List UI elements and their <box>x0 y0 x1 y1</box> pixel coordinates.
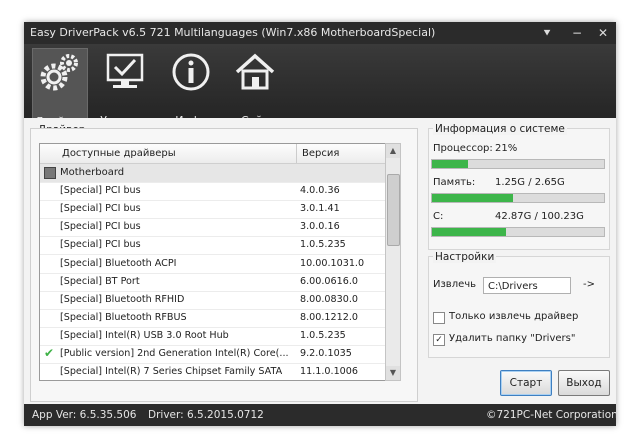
drivers-panel: Доступные драйверы Версия Motherboard [Sp… <box>30 128 418 402</box>
driver-name: [Special] Bluetooth ACPI <box>60 257 177 269</box>
cpu-label: Процессор: <box>433 143 493 154</box>
minimize-button[interactable]: − <box>568 24 586 42</box>
app-version: App Ver: 6.5.35.506 <box>32 409 137 421</box>
system-info-title: Информация о системе <box>433 123 567 135</box>
scroll-thumb[interactable] <box>387 174 400 246</box>
driver-version-cell: 10.00.1031.0 <box>300 257 365 269</box>
group-collapse-icon[interactable] <box>44 167 56 179</box>
disk-bar <box>431 227 605 237</box>
driver-row[interactable]: ✔ [Public version] 2nd Generation Intel(R… <box>40 345 392 364</box>
driver-version-cell: 9.2.0.1035 <box>300 348 352 359</box>
close-button[interactable]: ✕ <box>594 24 612 42</box>
memory-bar-fill <box>432 194 513 202</box>
driver-row[interactable]: [Special] PCI bus 3.0.1.41 <box>40 200 392 220</box>
monitor-check-icon <box>106 53 144 88</box>
column-separator <box>296 144 297 163</box>
gears-icon <box>40 54 78 91</box>
driver-version-cell: 8.00.0830.0 <box>300 293 358 305</box>
driver-version-cell: 6.00.0616.0 <box>300 275 358 287</box>
driver-row[interactable]: [Special] BT Port 6.00.0616.0 <box>40 273 392 292</box>
driver-name: [Special] PCI bus <box>60 239 141 251</box>
app-window: Easy DriverPack v6.5 721 Multilanguages … <box>24 22 616 426</box>
driver-row[interactable]: [Special] PCI bus 1.0.5.235 <box>40 236 392 256</box>
driver-version-cell: 11.1.0.1006 <box>300 366 358 378</box>
driver-name: Motherboard <box>60 167 125 178</box>
driver-version: Driver: 6.5.2015.0712 <box>148 409 264 421</box>
cpu-bar <box>431 159 605 169</box>
home-icon <box>235 53 275 90</box>
driver-version-cell: 4.0.0.36 <box>300 185 340 197</box>
driver-version-cell: 8.00.1212.0 <box>300 311 358 323</box>
title-bar: Easy DriverPack v6.5 721 Multilanguages … <box>24 22 616 44</box>
memory-bar <box>431 193 605 203</box>
driver-version-cell: 3.0.0.16 <box>300 221 340 233</box>
driver-name: [Special] Intel(R) 7 Series Chipset Fami… <box>60 366 283 378</box>
driver-row[interactable]: [Special] PCI bus 4.0.0.36 <box>40 182 392 202</box>
disk-label: C: <box>433 211 444 222</box>
driver-name: [Special] Intel(R) USB 3.0 Root Hub <box>60 329 229 341</box>
driver-name: [Special] BT Port <box>60 275 140 287</box>
info-icon <box>172 53 210 91</box>
only-extract-checkbox[interactable] <box>433 312 445 324</box>
drivers-scrollbar[interactable]: ▲ ▼ <box>385 143 401 381</box>
settings-title: Настройки <box>433 251 497 263</box>
checkmark-icon[interactable]: ✔ <box>44 346 54 360</box>
menu-dropdown-icon[interactable]: ⯆ <box>538 24 556 42</box>
driver-version-cell: 1.0.5.235 <box>300 329 346 341</box>
driver-version-cell: 3.0.1.41 <box>300 203 340 215</box>
column-version-header[interactable]: Версия <box>302 148 339 159</box>
system-info-panel: Информация о системе Процессор: 21% Памя… <box>428 123 610 250</box>
driver-row[interactable]: [Special] Intel(R) USB 3.0 Root Hub 1.0.5… <box>40 327 392 346</box>
driver-row[interactable]: [Special] Bluetooth ACPI 10.00.1031.0 <box>40 255 392 274</box>
extract-label: Извлечь <box>433 279 477 290</box>
start-button[interactable]: Старт <box>500 370 552 396</box>
copyright: ©721PC-Net Corporation <box>486 409 616 421</box>
driver-name: [Special] PCI bus <box>60 221 141 233</box>
extract-path-input[interactable]: C:\Drivers <box>483 277 571 294</box>
disk-value: 42.87G / 100.23G <box>495 211 584 222</box>
driver-row[interactable]: [Special] PCI bus 3.0.0.16 <box>40 218 392 238</box>
window-title: Easy DriverPack v6.5 721 Multilanguages … <box>30 26 436 39</box>
driver-row[interactable]: [Special] Bluetooth RFBUS 8.00.1212.0 <box>40 309 392 328</box>
scroll-up-arrow-icon[interactable]: ▲ <box>386 144 400 158</box>
exit-button[interactable]: Выход <box>558 370 610 396</box>
main-content: Драйвер Доступные драйверы Версия Mother… <box>24 118 616 404</box>
cpu-value: 21% <box>495 143 518 154</box>
settings-panel: Настройки Извлечь C:\Drivers -> Только и… <box>428 251 610 358</box>
status-bar: App Ver: 6.5.35.506 Driver: 6.5.2015.071… <box>24 404 616 426</box>
only-extract-label[interactable]: Только извлечь драйвер <box>449 311 578 322</box>
driver-name: [Special] Bluetooth RFBUS <box>60 311 187 323</box>
driver-row[interactable]: [Special] Bluetooth RFHID 8.00.0830.0 <box>40 291 392 310</box>
driver-group-row[interactable]: Motherboard <box>40 164 392 183</box>
driver-name: [Special] PCI bus <box>60 203 141 215</box>
column-name-header[interactable]: Доступные драйверы <box>62 148 176 159</box>
driver-row[interactable]: [Special] Intel(R) 7 Series Chipset Fami… <box>40 363 392 380</box>
memory-label: Память: <box>433 177 476 188</box>
delete-folder-checkbox[interactable]: ✓ <box>433 334 445 346</box>
scroll-down-arrow-icon[interactable]: ▼ <box>386 366 400 380</box>
cpu-bar-fill <box>432 160 469 168</box>
driver-version-cell: 1.0.5.235 <box>300 239 346 251</box>
driver-name: [Special] Bluetooth RFHID <box>60 293 185 305</box>
delete-folder-label[interactable]: Удалить папку "Drivers" <box>449 333 575 344</box>
driver-name: [Public version] 2nd Generation Intel(R)… <box>60 348 289 359</box>
disk-bar-fill <box>432 228 506 236</box>
drivers-list-header: Доступные драйверы Версия <box>40 144 392 164</box>
browse-arrow-button[interactable]: -> <box>583 279 595 290</box>
memory-value: 1.25G / 2.65G <box>495 177 565 188</box>
drivers-list[interactable]: Доступные драйверы Версия Motherboard [Sp… <box>39 143 393 381</box>
driver-name: [Special] PCI bus <box>60 185 141 197</box>
